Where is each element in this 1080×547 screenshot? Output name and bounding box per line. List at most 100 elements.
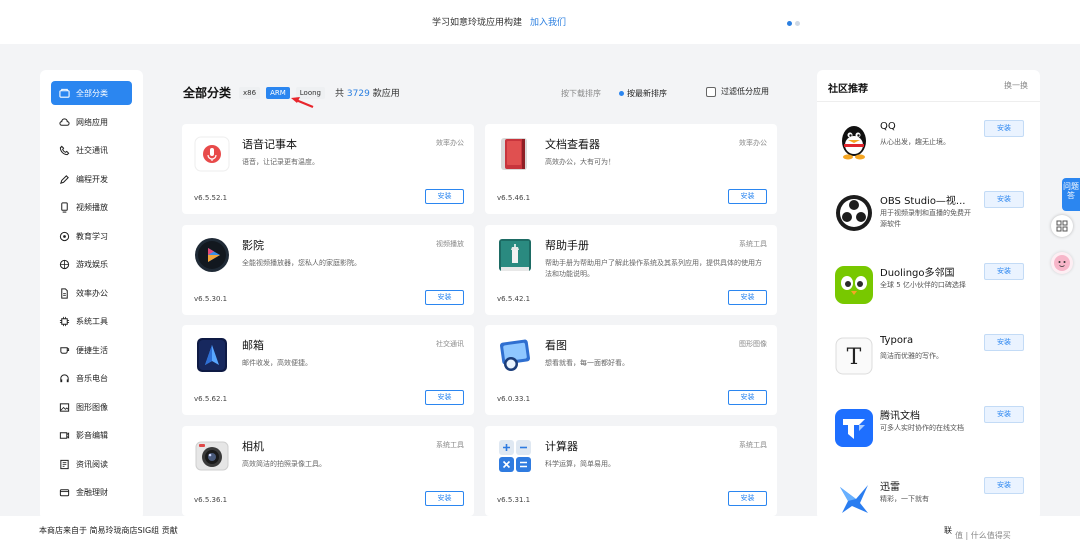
- app-desc: 高效办公，大有可为！: [545, 158, 615, 166]
- arch-tag-x86[interactable]: x86: [239, 86, 261, 99]
- image-viewer-icon: [499, 339, 531, 371]
- recommend-item[interactable]: 迅雷 精彩，一下就有 安装: [817, 472, 1040, 520]
- sidebar-item-social[interactable]: 社交通讯: [51, 138, 132, 162]
- sidebar-item-graphics[interactable]: 图形图像: [51, 395, 132, 419]
- filter-label: 过滤低分应用: [721, 87, 769, 96]
- cloud-icon: [59, 117, 70, 126]
- headphones-icon: [60, 373, 69, 382]
- recommend-name: OBS Studio—视...: [880, 196, 966, 207]
- join-us-link[interactable]: 加入我们: [530, 18, 566, 28]
- install-button[interactable]: 安装: [425, 491, 464, 506]
- recommend-item[interactable]: QQ 从心出发，趣无止境。 安装: [817, 115, 1040, 175]
- app-version: v6.5.42.1: [497, 295, 531, 303]
- install-button[interactable]: 安装: [425, 390, 464, 405]
- app-grid-float-button[interactable]: [1051, 215, 1073, 237]
- watermark: 值 | 什么值得买: [955, 531, 1011, 540]
- sidebar-item-all[interactable]: 全部分类: [51, 81, 132, 105]
- sidebar-item-label: 全部分类: [76, 88, 108, 98]
- install-button[interactable]: 安装: [984, 191, 1024, 208]
- recommend-item[interactable]: Duolingo多邻国 全球 5 亿小伙伴的口碑选择 安装: [817, 258, 1040, 318]
- recommend-item[interactable]: 腾讯文档 可多人实时协作的在线文档 安装: [817, 401, 1040, 461]
- banner-message: 学习如意玲珑应用构建: [432, 18, 523, 28]
- sidebar-item-label: 系统工具: [76, 316, 108, 326]
- app-version: v6.5.31.1: [497, 496, 531, 504]
- app-card[interactable]: 语音记事本 语音，让记录更有温度。 效率办公 v6.5.52.1 安装: [182, 124, 474, 214]
- app-version: v6.5.62.1: [194, 395, 228, 403]
- sidebar-item-programming[interactable]: 编程开发: [51, 167, 132, 191]
- app-desc: 想看就看，每一面都好看。: [545, 359, 629, 367]
- sidebar-item-office[interactable]: 效率办公: [51, 281, 132, 305]
- sidebar-item-label: 游戏娱乐: [76, 259, 108, 269]
- install-button[interactable]: 安装: [984, 120, 1024, 137]
- app-card[interactable]: 文档查看器 高效办公，大有可为！ 效率办公 v6.5.46.1 安装: [485, 124, 777, 214]
- app-count: 共 3729 款应用: [335, 86, 400, 99]
- sidebar-item-system-tools[interactable]: 系统工具: [51, 309, 132, 333]
- app-name: 帮助手册: [545, 239, 589, 252]
- footer-credit: 本商店来自于 简易玲珑商店SIG组 贡献: [39, 526, 178, 535]
- install-button[interactable]: 安装: [984, 263, 1024, 280]
- recommend-name: 迅雷: [880, 482, 900, 493]
- install-button[interactable]: 安装: [728, 290, 767, 305]
- sidebar-item-education[interactable]: 教育学习: [51, 224, 132, 248]
- app-card[interactable]: 看图 想看就看，每一面都好看。 图形图像 v6.0.33.1 安装: [485, 325, 777, 415]
- footer-right-text: 联: [944, 526, 952, 535]
- education-icon: [59, 231, 70, 241]
- arch-tag-arm[interactable]: ARM: [266, 86, 290, 99]
- count-prefix: 共: [335, 89, 345, 99]
- install-button[interactable]: 安装: [728, 390, 767, 405]
- recommend-name: 腾讯文档: [880, 411, 920, 422]
- sidebar-item-music[interactable]: 音乐电台: [51, 366, 132, 390]
- camera-app-icon: [195, 441, 229, 471]
- avatar-float-button[interactable]: [1051, 252, 1073, 274]
- sidebar-item-label: 便捷生活: [76, 345, 108, 355]
- sidebar-item-finance[interactable]: 金融理财: [51, 480, 132, 504]
- sidebar-item-games[interactable]: 游戏娱乐: [51, 252, 132, 276]
- app-card[interactable]: 帮助手册 帮助手册为帮助用户了解此操作系统及其系列应用，提供具体的使用方法和功能…: [485, 225, 777, 315]
- banner-dot-1[interactable]: [787, 21, 792, 26]
- calculator-icon: [499, 440, 531, 472]
- wallet-icon: [59, 488, 70, 496]
- cup-icon: [60, 346, 70, 354]
- footer-bar: 本商店来自于 简易玲珑商店SIG组 贡献 联 值 | 什么值得买: [0, 516, 1080, 547]
- install-button[interactable]: 安装: [728, 189, 767, 204]
- sort-by-download[interactable]: 按下载排序: [561, 88, 601, 99]
- sidebar-item-life[interactable]: 便捷生活: [51, 338, 132, 362]
- app-card[interactable]: 计算器 科学运算，简单易用。 系统工具 v6.5.31.1 安装: [485, 426, 777, 516]
- install-button[interactable]: 安装: [984, 406, 1024, 423]
- document-viewer-icon: [501, 138, 527, 170]
- filter-low-score-checkbox[interactable]: 过滤低分应用: [706, 86, 769, 97]
- recommend-item[interactable]: OBS Studio—视... 用于视频录制和直播的免费开源软件 安装: [817, 186, 1040, 246]
- refresh-button[interactable]: 换一换: [1004, 80, 1028, 91]
- category-sidebar: 全部分类 网络应用 社交通讯 编程开发 视频播放 教育学习 游戏娱乐 效率办公 …: [40, 70, 143, 520]
- red-arrow-annotation: [291, 97, 314, 109]
- obs-icon: [836, 195, 872, 231]
- banner-dot-2[interactable]: [795, 21, 800, 26]
- sidebar-item-news[interactable]: 资讯阅读: [51, 452, 132, 476]
- sidebar-item-label: 效率办公: [76, 288, 108, 298]
- app-desc: 邮件收发，高效便捷。: [242, 359, 312, 367]
- recommend-desc: 可多人实时协作的在线文档: [880, 424, 964, 432]
- install-button[interactable]: 安装: [425, 189, 464, 204]
- banner-pagination[interactable]: [787, 19, 803, 29]
- checkbox-box[interactable]: [706, 86, 716, 97]
- sidebar-item-media-edit[interactable]: 影音编辑: [51, 423, 132, 447]
- app-category: 视频播放: [436, 240, 464, 248]
- install-button[interactable]: 安装: [425, 290, 464, 305]
- install-button[interactable]: 安装: [984, 477, 1024, 494]
- recommend-item[interactable]: T Typora 简洁而优雅的写作。 安装: [817, 329, 1040, 389]
- feedback-tab[interactable]: 问题答: [1062, 178, 1080, 211]
- install-button[interactable]: 安装: [728, 491, 767, 506]
- app-card[interactable]: 邮箱 邮件收发，高效便捷。 社交通讯 v6.5.62.1 安装: [182, 325, 474, 415]
- xunlei-icon: [840, 485, 868, 513]
- page-title: 全部分类: [183, 86, 232, 100]
- sidebar-item-video[interactable]: 视频播放: [51, 195, 132, 219]
- install-button[interactable]: 安装: [984, 334, 1024, 351]
- app-desc: 高效简洁的拍照录像工具。: [242, 460, 326, 468]
- sort-by-newest[interactable]: 按最新排序: [619, 88, 667, 99]
- svg-text:T: T: [847, 345, 862, 370]
- sidebar-item-network[interactable]: 网络应用: [51, 110, 132, 134]
- app-name: 语音记事本: [242, 138, 297, 151]
- help-manual-icon: [499, 239, 531, 271]
- app-card[interactable]: 影院 全能视频播放器，您私人的家庭影院。 视频播放 v6.5.30.1 安装: [182, 225, 474, 315]
- app-card[interactable]: 相机 高效简洁的拍照录像工具。 系统工具 v6.5.36.1 安装: [182, 426, 474, 516]
